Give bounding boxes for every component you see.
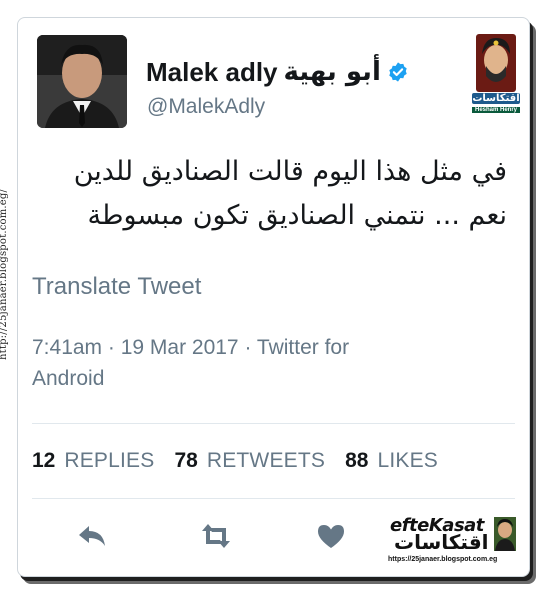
retweets-count: 78: [174, 449, 198, 472]
author-name-row: Malek adly أبو بهية: [146, 54, 409, 90]
divider: [32, 498, 515, 499]
watermark-url: https://25janaer.blogspot.com.eg: [388, 556, 498, 563]
retweet-icon: [202, 524, 230, 548]
corner-logo-text: اقتكاسات: [472, 93, 520, 104]
tweet-text-line: في مثل هذا اليوم قالت الصناديق للدين: [73, 156, 507, 187]
replies-count: 12: [32, 449, 56, 472]
likes-stat[interactable]: 88 LIKES: [345, 449, 438, 473]
retweet-button[interactable]: [198, 522, 234, 550]
efteKasat-watermark: efteKasat اقتكاسات https://25janaer.blog…: [388, 515, 518, 565]
corner-logo-subtext: Hesham Henry: [472, 107, 520, 113]
corner-logo: اقتكاسات Hesham Henry: [472, 32, 520, 122]
author-name-latin[interactable]: Malek adly: [146, 57, 278, 88]
engagement-stats: 12 REPLIES 78 RETWEETS 88 LIKES: [32, 446, 458, 476]
replies-label: REPLIES: [64, 449, 155, 472]
like-button[interactable]: [315, 522, 347, 550]
watermark-arabic: اقتكاسات: [394, 530, 489, 554]
timestamp-line: 7:41am · 19 Mar 2017 · Twitter for: [32, 336, 350, 359]
author-name-arabic[interactable]: أبو بهية: [284, 57, 381, 87]
author-handle[interactable]: @MalekAdly: [147, 95, 265, 119]
profile-photo: [37, 35, 127, 128]
tweet-card: Malek adly أبو بهية @MalekAdly اقتكاسات …: [17, 17, 530, 577]
reply-button[interactable]: [76, 522, 108, 550]
retweets-stat[interactable]: 78 RETWEETS: [174, 449, 325, 473]
retweets-label: RETWEETS: [206, 449, 326, 472]
heart-icon: [318, 525, 344, 548]
translate-tweet-link[interactable]: Translate Tweet: [32, 273, 201, 301]
side-watermark-url: http://25janaer.blogspot.com.eg/: [0, 188, 9, 360]
watermark-portrait-icon: [494, 517, 516, 551]
verified-badge-icon: [389, 62, 407, 82]
divider: [32, 423, 515, 424]
tweet-text-line: نعم ... نتمني الصناديق تكون مبسوطة: [87, 200, 507, 231]
tweet-text: في مثل هذا اليوم قالت الصناديق للدين نعم…: [37, 150, 507, 238]
likes-count: 88: [345, 449, 369, 472]
tweet-timestamp[interactable]: 7:41am · 19 Mar 2017 · Twitter for Andro…: [32, 332, 452, 394]
client-line: Android: [32, 367, 105, 390]
replies-stat[interactable]: 12 REPLIES: [32, 449, 154, 473]
likes-label: LIKES: [377, 449, 439, 472]
reply-icon: [79, 526, 105, 546]
avatar[interactable]: [37, 35, 127, 128]
